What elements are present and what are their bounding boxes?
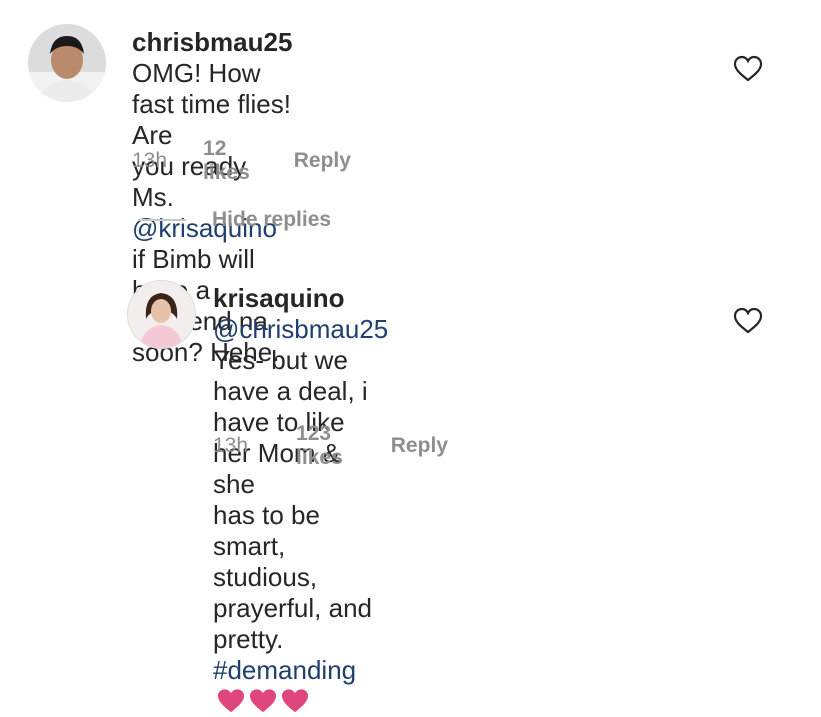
comment-body: krisaquino @chrisbmau25 Yes- but we have…	[213, 283, 388, 717]
reply-button[interactable]: Reply	[391, 434, 448, 458]
like-heart-icon[interactable]	[733, 55, 763, 83]
avatar-photo-icon	[28, 24, 106, 102]
avatar[interactable]	[28, 24, 106, 102]
comment-meta: 13h 12 likes Reply	[132, 137, 351, 185]
comment-timestamp[interactable]: 13h	[213, 434, 248, 458]
comment-text-line: has to be smart, studious, prayerful, an…	[213, 500, 372, 623]
comment-text-line: Yes- but we	[213, 345, 348, 375]
avatar-photo-icon	[128, 281, 195, 348]
hide-replies-button[interactable]: Hide replies	[138, 208, 331, 232]
comment-timestamp[interactable]: 13h	[132, 149, 167, 173]
hashtag-link[interactable]: #demanding	[213, 655, 356, 685]
likes-count[interactable]: 123 likes	[296, 422, 343, 470]
pink-heart-icon	[218, 689, 244, 713]
like-heart-icon[interactable]	[733, 307, 763, 335]
hide-replies-label: Hide replies	[212, 208, 332, 231]
mention-link[interactable]: @chrisbmau25	[213, 314, 388, 344]
comment-text-line: pretty.	[213, 624, 284, 654]
avatar[interactable]	[127, 280, 196, 349]
comment-username[interactable]: chrisbmau25	[132, 27, 292, 57]
reply-button[interactable]: Reply	[294, 149, 351, 173]
comment-username[interactable]: krisaquino	[213, 283, 344, 313]
likes-count[interactable]: 12 likes	[203, 137, 250, 185]
divider-line	[138, 219, 186, 221]
pink-heart-icon	[282, 689, 308, 713]
pink-heart-icon	[250, 689, 276, 713]
comment-meta: 13h 123 likes Reply	[213, 422, 448, 470]
